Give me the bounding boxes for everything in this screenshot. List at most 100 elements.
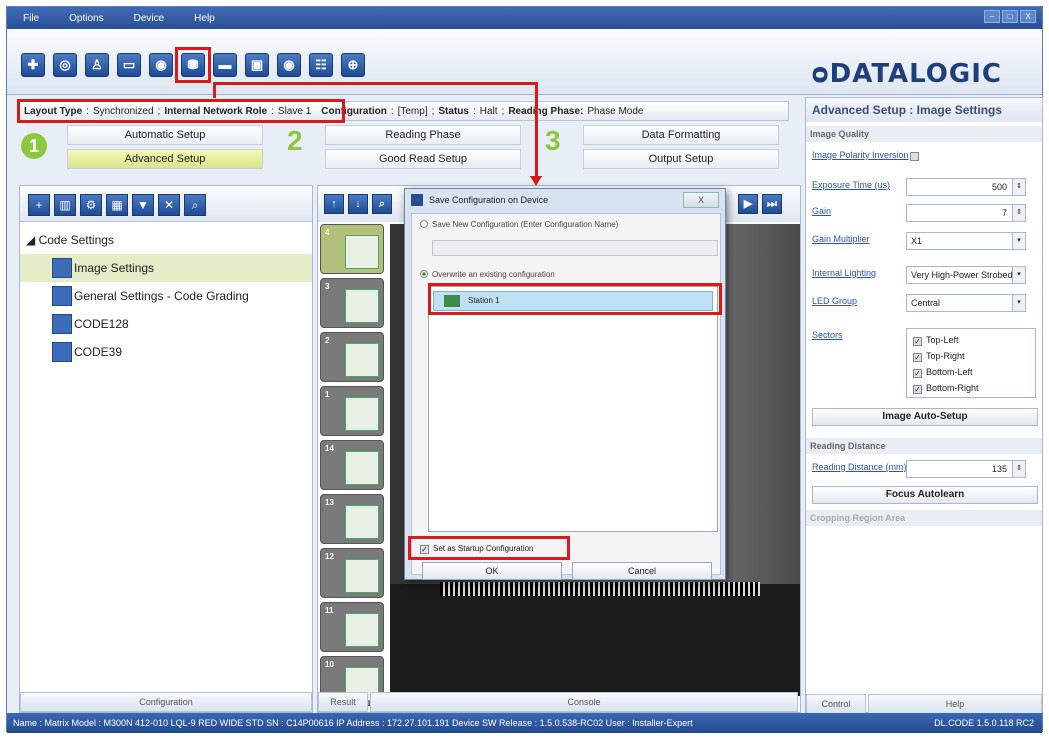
sector-top-left[interactable]: ✓ Top-Left [913,332,1029,348]
tree-item-code128[interactable]: CODE128 [20,310,312,338]
highlight-station [428,283,722,315]
highlight-save-icon [175,47,211,83]
ok-button[interactable]: OK [422,562,562,580]
config-name-input[interactable] [432,240,718,256]
automatic-setup-button[interactable]: Automatic Setup [67,125,263,145]
arrow-segment [535,82,538,178]
step-one-badge: 1 [21,133,47,159]
sector-top-right[interactable]: ✓ Top-Right [913,348,1029,364]
tab-configuration[interactable]: Configuration [20,692,312,712]
led-group-select[interactable]: Central ▾ [906,294,1026,312]
grid-icon[interactable]: ▦ [106,194,128,216]
good-read-setup-button[interactable]: Good Read Setup [325,149,521,169]
lighting-select[interactable]: Very High-Power Strobed ▾ [906,266,1026,284]
barcode-icon [52,314,72,334]
reading-distance-field[interactable]: 135 ⇕ [906,460,1026,478]
close-window-button[interactable]: X [1020,10,1036,23]
delete-icon[interactable]: ✕ [158,194,180,216]
menu-options[interactable]: Options [69,13,103,24]
step-icon[interactable]: ⏭ [762,194,782,214]
dialog-close-button[interactable]: X [683,192,719,208]
tree-item-general-settings[interactable]: General Settings - Code Grading [20,282,312,310]
config-value: [Temp] [397,105,428,117]
reading-phase-button[interactable]: Reading Phase [325,125,521,145]
thumbnail[interactable]: 2 [320,332,384,382]
tab-control[interactable]: Control [806,694,866,714]
status-label: Status [438,105,469,117]
monitor-icon[interactable]: ▣ [245,53,269,77]
tab-console[interactable]: Console [370,692,798,712]
thumbnail[interactable]: 11 [320,602,384,652]
capture-icon[interactable]: ◉ [277,53,301,77]
image-auto-setup-button[interactable]: Image Auto-Setup [812,408,1038,426]
sector-bottom-left[interactable]: ✓ Bottom-Left [913,364,1029,380]
zoom-icon[interactable]: ⌕ [372,194,392,214]
gain-field[interactable]: 7 ⇕ [906,204,1026,222]
wrench-icon [52,286,72,306]
settings-icon[interactable]: ⚙ [80,194,102,216]
section-image-quality[interactable]: Image Quality [806,126,1042,142]
down-icon[interactable]: ↓ [348,194,368,214]
add-icon[interactable]: + [28,194,50,216]
status-bar: Name : Matrix Model : M300N 412-010 LQL-… [7,713,1042,733]
window-icon[interactable]: ▭ [117,53,141,77]
barcode-icon [52,342,72,362]
tree-root[interactable]: ◢ Code Settings [20,226,312,254]
minimize-button[interactable]: – [984,10,1000,23]
overwrite-radio[interactable]: Overwrite an existing configuration [420,270,555,279]
status-value: Halt [479,105,498,117]
thumbnail[interactable]: 13 [320,494,384,544]
gain-multiplier-label: Gain Multiplier [812,234,870,244]
section-cropping[interactable]: Cropping Region Area [806,510,1042,526]
step-three-badge: 3 [545,125,561,156]
configuration-panel: + ▥ ⚙ ▦ ▼ ✕ ⌕ ◢ Code Settings Image Sett… [19,185,313,713]
sectors-list: ✓ Top-Left ✓ Top-Right ✓ Bottom-Left ✓ Botto… [906,328,1036,398]
gain-multiplier-select[interactable]: X1 ▾ [906,232,1026,250]
play-icon[interactable]: ▶ [738,194,758,214]
open-icon[interactable]: ◎ [53,53,77,77]
image-icon [52,258,72,278]
barcode-image [440,582,760,596]
datalogic-logo: ᴑDATALOGIC [811,59,1002,89]
app-version: DL.CODE 1.5.0.118 RC2 [934,718,1034,728]
exposure-label: Exposure Time (us) [812,180,891,190]
section-reading-distance[interactable]: Reading Distance [806,438,1042,454]
menu-bar: File Options Device Help – □ X [7,7,1042,29]
menu-file[interactable]: File [23,13,39,24]
advanced-setup-button[interactable]: Advanced Setup [67,149,263,169]
sector-bottom-right[interactable]: ✓ Bottom-Right [913,380,1029,396]
focus-autolearn-button[interactable]: Focus Autolearn [812,486,1038,504]
exposure-field[interactable]: 500 ⇕ [906,178,1026,196]
polarity-checkbox[interactable] [910,152,919,161]
thumbnail[interactable]: 1 [320,386,384,436]
tree-item-code39[interactable]: CODE39 [20,338,312,366]
menu-device[interactable]: Device [134,13,165,24]
led-group-label: LED Group [812,296,858,306]
output-setup-button[interactable]: Output Setup [583,149,779,169]
thumbnail[interactable]: 4 [320,224,384,274]
up-icon[interactable]: ↑ [324,194,344,214]
barcode-icon[interactable]: ▥ [54,194,76,216]
tab-result[interactable]: Result [318,692,368,712]
new-icon[interactable]: ✚ [21,53,45,77]
config-icon[interactable]: ☷ [309,53,333,77]
data-formatting-button[interactable]: Data Formatting [583,125,779,145]
cancel-button[interactable]: Cancel [572,562,712,580]
properties-title: Advanced Setup : Image Settings [806,98,1042,122]
crosshair-icon[interactable]: ⊕ [341,53,365,77]
tree-item-image-settings[interactable]: Image Settings [20,254,312,282]
maximize-button[interactable]: □ [1002,10,1018,23]
camera-icon[interactable]: ◉ [149,53,173,77]
search-icon[interactable]: ⌕ [184,194,206,216]
image-thumbnails: 4 3 2 1 14 13 12 11 10 [320,224,386,706]
menu-help[interactable]: Help [194,13,215,24]
tab-help[interactable]: Help [868,694,1042,714]
gain-label: Gain [812,206,832,216]
thumbnail[interactable]: 14 [320,440,384,490]
thumbnail[interactable]: 12 [320,548,384,598]
thumbnail[interactable]: 3 [320,278,384,328]
tag-icon[interactable]: ▬ [213,53,237,77]
save-new-radio[interactable]: Save New Configuration (Enter Configurat… [420,220,618,229]
filter-icon[interactable]: ▼ [132,194,154,216]
user-icon[interactable]: ♙ [85,53,109,77]
